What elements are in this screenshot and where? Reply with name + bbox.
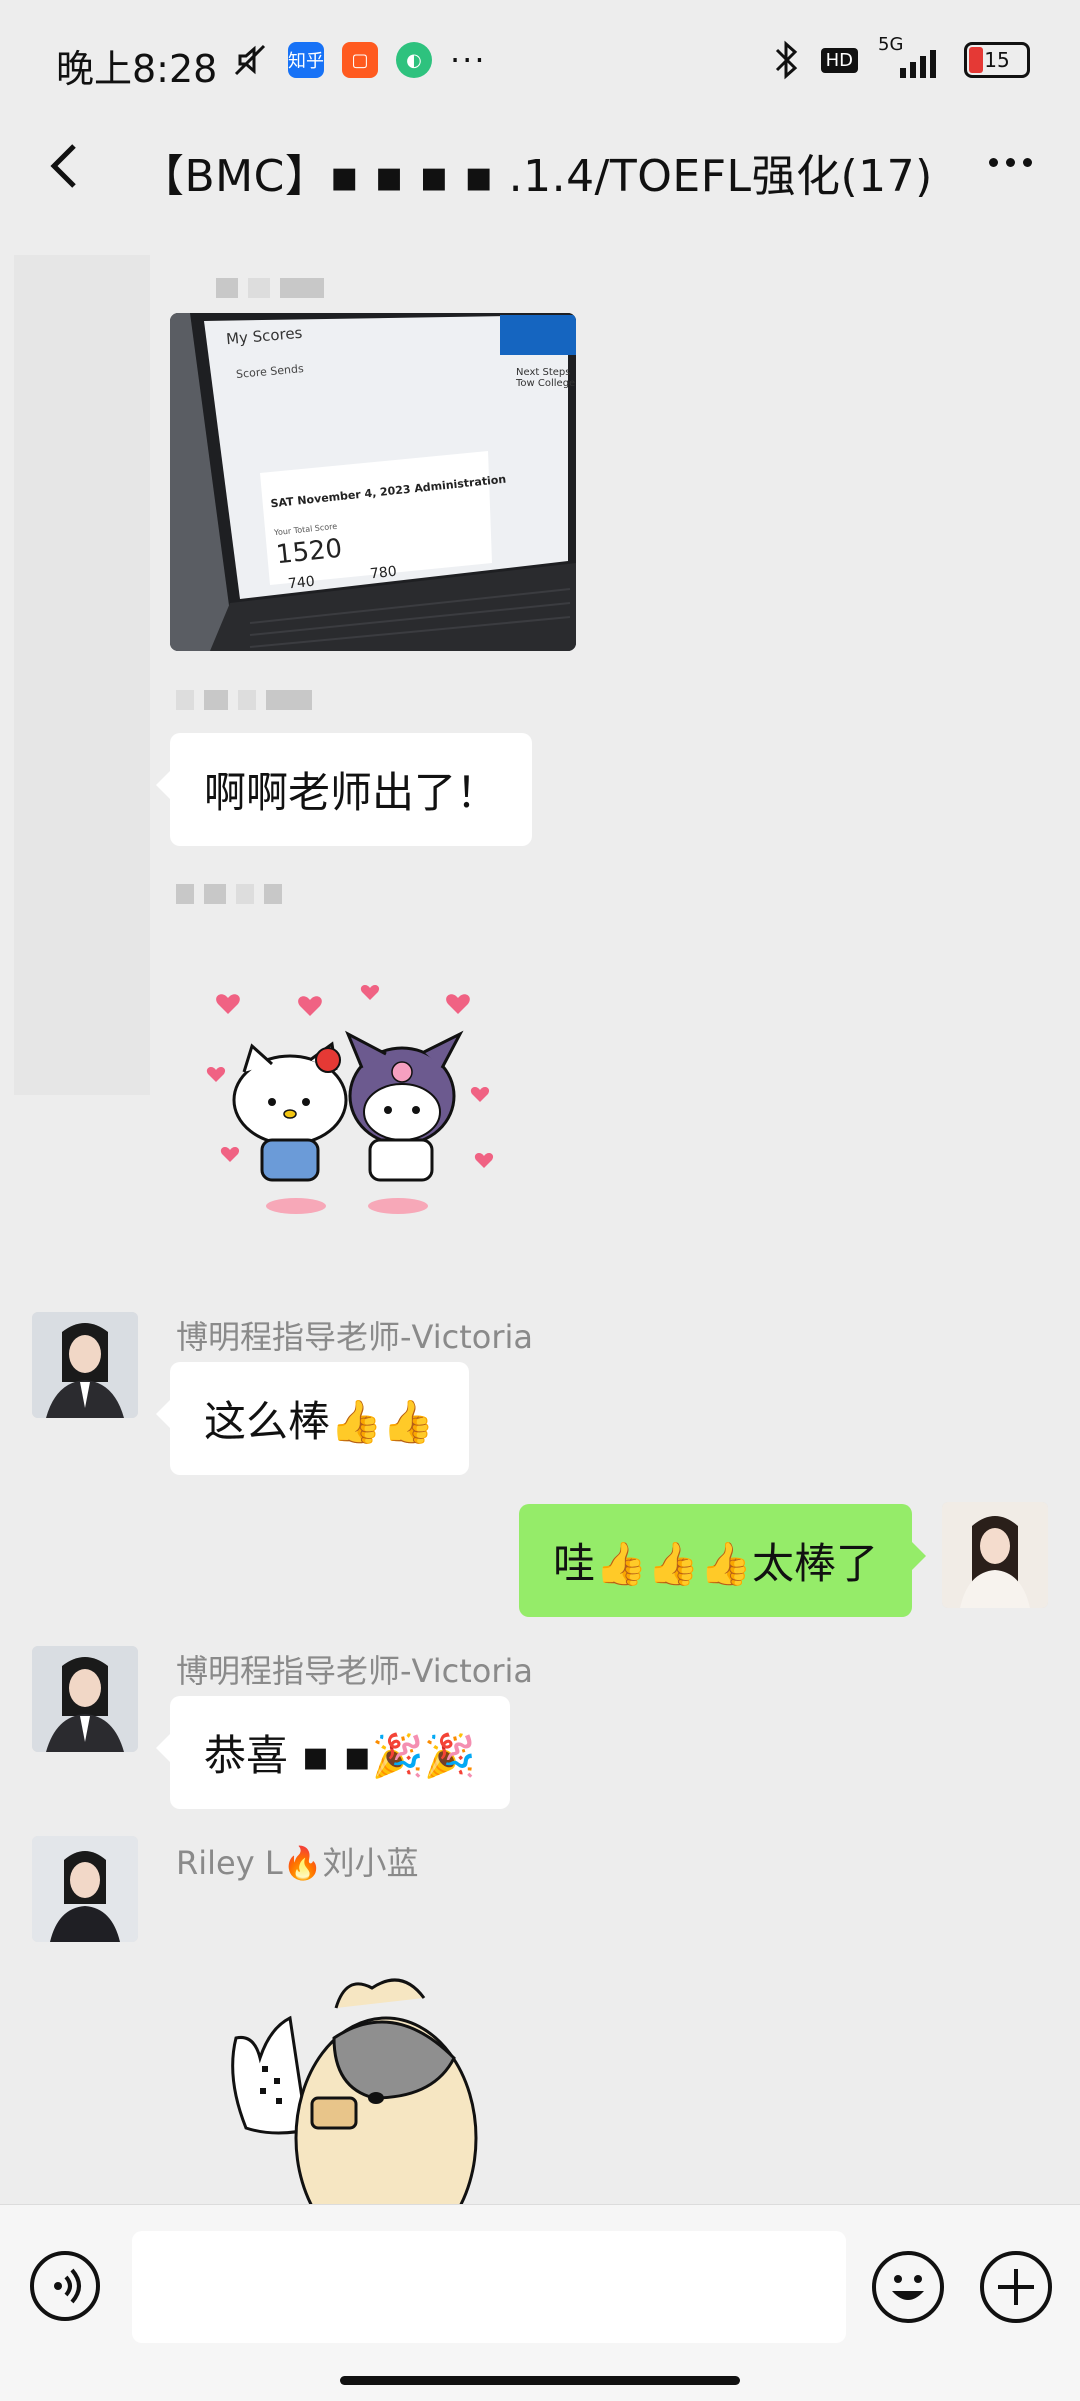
status-bar: 晚上8:28 知乎 ▢ ◐ ··· HD 5G 15 xyxy=(0,0,1080,120)
blurred-sender-name xyxy=(176,884,282,904)
chevron-left-icon xyxy=(50,144,76,188)
emoji-button[interactable] xyxy=(872,2251,944,2323)
hamster-sticker xyxy=(231,1978,478,2204)
status-time: 晚上8:28 xyxy=(56,47,218,91)
sticker-message[interactable] xyxy=(216,1948,506,2204)
score-report-photo xyxy=(170,313,576,651)
more-functions-button[interactable] xyxy=(980,2251,1052,2323)
sender-name: 博明程指导老师-Victoria xyxy=(176,1652,534,1690)
battery-icon: 15 xyxy=(964,42,1030,78)
voice-input-button[interactable] xyxy=(30,2251,100,2321)
chat-header: 【BMC】▪ ▪ ▪ ▪ .1.4/TOEFL强化(17) xyxy=(0,110,1080,220)
sticker-message[interactable] xyxy=(190,980,510,1220)
self-avatar[interactable] xyxy=(942,1502,1048,1608)
status-app-icons: 知乎 ▢ ◐ ··· xyxy=(230,40,487,80)
blurred-sender-name xyxy=(176,690,312,710)
avatar[interactable] xyxy=(32,1836,138,1942)
smile-icon xyxy=(892,2275,924,2300)
more-options-button[interactable] xyxy=(970,132,1050,192)
message-bubble-self[interactable]: 哇👍👍👍太棒了 xyxy=(519,1504,926,1617)
avatar-photo xyxy=(32,1646,138,1752)
image-score-a: 740 xyxy=(287,573,316,593)
avatar[interactable] xyxy=(32,1312,138,1418)
avatar-photo xyxy=(32,1836,138,1942)
image-score-b: 780 xyxy=(369,563,398,583)
sender-name: Riley L🔥刘小蓝 xyxy=(176,1844,419,1882)
hello-kitty-kuromi-sticker xyxy=(206,985,494,1214)
blurred-sender-name xyxy=(216,278,324,298)
avatar[interactable] xyxy=(32,1646,138,1752)
message-input[interactable] xyxy=(132,2231,846,2343)
zhihu-icon: 知乎 xyxy=(288,42,324,78)
mute-icon xyxy=(234,44,266,76)
message-bubble[interactable]: 恭喜 ▪ ▪🎉🎉 xyxy=(155,1696,511,1809)
avatar-photo xyxy=(32,1312,138,1418)
image-next-steps: Next Steps Tow College xyxy=(516,367,576,389)
bluetooth-icon xyxy=(775,40,797,80)
avatar-photo xyxy=(942,1502,1048,1608)
status-right-icons: HD 5G 15 xyxy=(773,34,1030,80)
back-button[interactable] xyxy=(30,130,100,200)
sender-name: 博明程指导老师-Victoria xyxy=(176,1318,534,1356)
message-bubble[interactable]: 啊啊老师出了！ xyxy=(155,733,533,846)
signal-icon: 5G xyxy=(878,34,944,80)
more-icon xyxy=(988,157,998,167)
plus-icon xyxy=(998,2269,1034,2305)
home-indicator[interactable] xyxy=(340,2376,740,2385)
image-message[interactable]: My Scores Score Sends SAT November 4, 20… xyxy=(170,313,576,651)
app-icon: ◐ xyxy=(396,42,432,78)
message-bubble[interactable]: 这么棒👍👍 xyxy=(156,1362,469,1475)
hd-badge: HD xyxy=(820,47,858,73)
input-bar xyxy=(0,2204,1080,2401)
taobao-icon: ▢ xyxy=(342,42,378,78)
voice-icon xyxy=(54,2268,81,2304)
message-selection-highlight xyxy=(14,255,150,1095)
chat-title: 【BMC】▪ ▪ ▪ ▪ .1.4/TOEFL强化(17) xyxy=(140,151,933,202)
more-icon: ··· xyxy=(450,41,487,79)
